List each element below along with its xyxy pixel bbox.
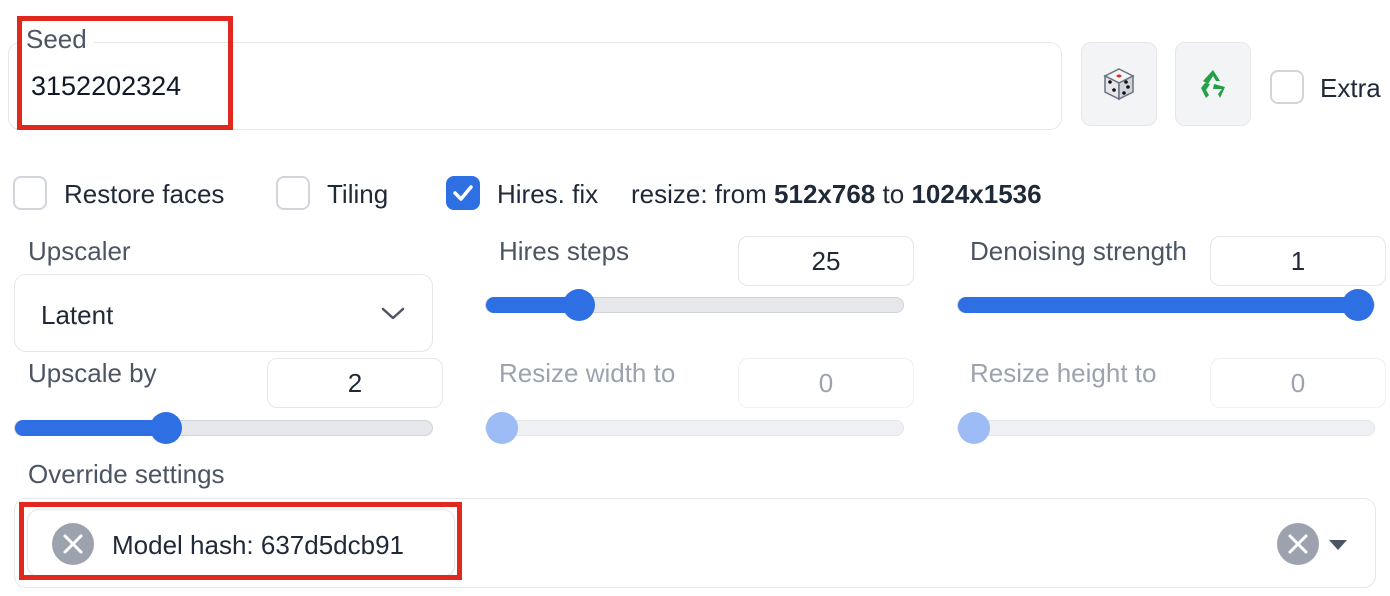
upscaler-value: Latent	[41, 300, 114, 330]
hires-steps-input[interactable]: 25	[738, 236, 914, 286]
denoising-input[interactable]: 1	[1210, 236, 1386, 286]
upscaler-label: Upscaler	[28, 236, 131, 266]
denoising-slider-thumb[interactable]	[1342, 289, 1374, 321]
hires-fix-label: Hires. fix	[497, 179, 599, 209]
override-settings-label: Override settings	[28, 459, 225, 489]
dice-icon	[1103, 68, 1135, 101]
upscale-by-slider-thumb[interactable]	[149, 412, 182, 444]
resize-info: resize: from 512x768 to 1024x1536	[631, 179, 1042, 210]
resize-from: 512x768	[774, 179, 876, 209]
denoising-slider-fill	[958, 297, 1358, 313]
resize-prefix: resize: from	[631, 179, 767, 209]
clear-all-icon[interactable]	[1277, 523, 1319, 565]
seed-input-box[interactable]: 3152202324	[8, 42, 1062, 130]
upscale-by-label: Upscale by	[28, 358, 157, 388]
upscale-by-slider-fill	[15, 420, 166, 436]
denoising-slider[interactable]	[957, 289, 1375, 321]
hires-steps-slider-thumb[interactable]	[563, 289, 595, 321]
checkmark-icon	[453, 185, 473, 201]
restore-faces-checkbox[interactable]	[13, 176, 47, 210]
resize-width-slider	[485, 412, 904, 444]
override-settings-multiselect[interactable]: Model hash: 637d5dcb91	[14, 498, 1376, 588]
resize-width-label: Resize width to	[499, 358, 676, 388]
random-seed-button[interactable]	[1081, 42, 1157, 126]
resize-height-label: Resize height to	[970, 358, 1157, 388]
model-hash-tag[interactable]: Model hash: 637d5dcb91	[27, 509, 455, 577]
upscaler-dropdown[interactable]: Latent	[14, 274, 433, 352]
resize-height-slider	[957, 412, 1375, 444]
chevron-down-icon	[381, 307, 405, 320]
tiling-label: Tiling	[327, 179, 389, 209]
resize-height-slider-thumb	[958, 412, 990, 444]
hires-steps-label: Hires steps	[499, 236, 630, 266]
resize-width-input: 0	[738, 358, 914, 408]
dropdown-arrow-icon[interactable]	[1329, 540, 1347, 550]
hires-steps-slider[interactable]	[485, 289, 904, 321]
reuse-seed-button[interactable]	[1175, 42, 1251, 126]
hires-fix-checkbox[interactable]	[446, 176, 480, 210]
recycle-icon	[1201, 70, 1225, 98]
tiling-checkbox[interactable]	[276, 176, 310, 210]
denoising-label: Denoising strength	[970, 236, 1187, 266]
remove-tag-icon[interactable]	[52, 523, 94, 565]
resize-height-input: 0	[1210, 358, 1386, 408]
restore-faces-label: Restore faces	[64, 179, 225, 209]
resize-to: 1024x1536	[911, 179, 1042, 209]
resize-to-word: to	[882, 179, 905, 209]
extra-label: Extra	[1320, 73, 1381, 103]
extra-checkbox[interactable]	[1270, 70, 1304, 104]
upscale-by-input[interactable]: 2	[267, 358, 443, 408]
resize-width-slider-thumb	[486, 412, 518, 444]
model-hash-tag-label: Model hash: 637d5dcb91	[112, 530, 405, 560]
upscale-by-slider[interactable]	[14, 412, 433, 444]
seed-label: Seed	[20, 24, 93, 55]
seed-value: 3152202324	[31, 71, 182, 101]
